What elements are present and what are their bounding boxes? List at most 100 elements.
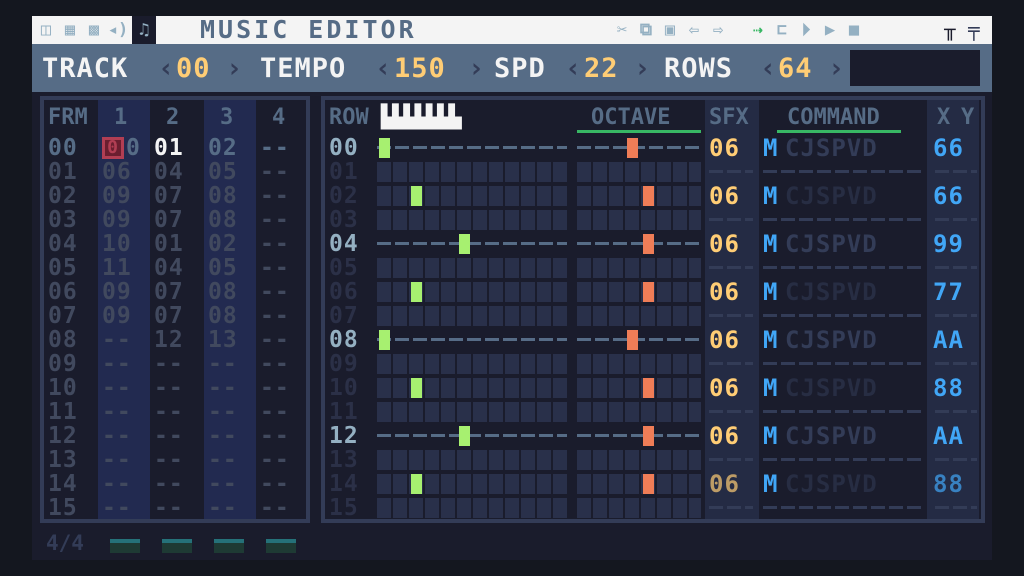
note-marker[interactable] — [459, 234, 470, 254]
follow-icon[interactable]: ⇢ — [748, 20, 768, 40]
frame-pattern-cell[interactable]: -- — [260, 448, 290, 472]
frame-pattern-cell[interactable]: 09 — [102, 304, 132, 328]
frame-pattern-cell[interactable]: -- — [154, 400, 184, 424]
command-empty[interactable] — [763, 506, 923, 509]
frame-pattern-cell[interactable]: 07 — [154, 280, 184, 304]
play-icon[interactable]: ⏵ — [796, 20, 816, 40]
octave-marker[interactable] — [627, 330, 638, 350]
frame-pattern-cell[interactable]: -- — [260, 400, 290, 424]
xy-empty[interactable] — [935, 314, 977, 317]
sfx-empty[interactable] — [709, 410, 753, 413]
xy-empty[interactable] — [935, 506, 977, 509]
rows-inc-icon[interactable]: › — [828, 52, 844, 86]
frame-pattern-cell[interactable]: 06 — [102, 160, 132, 184]
frame-pattern-cell[interactable]: -- — [154, 424, 184, 448]
frame-pattern-cell[interactable]: 07 — [154, 184, 184, 208]
channel-3-header[interactable]: 3 — [220, 104, 233, 132]
command-empty[interactable] — [763, 170, 923, 173]
note-marker[interactable] — [459, 426, 470, 446]
frame-pattern-cell[interactable]: 08 — [208, 304, 238, 328]
octave-marker[interactable] — [643, 426, 654, 446]
sfx-empty[interactable] — [709, 506, 753, 509]
track-value[interactable]: 00 — [176, 52, 211, 86]
redo-icon[interactable]: ⇨ — [708, 20, 728, 40]
xy-value[interactable]: 77 — [933, 280, 964, 304]
frame-pattern-cell[interactable]: 09 — [102, 184, 132, 208]
xy-empty[interactable] — [935, 218, 977, 221]
frame-pattern-cell[interactable]: -- — [208, 496, 238, 520]
sfx-value[interactable]: 06 — [709, 376, 740, 400]
xy-value[interactable]: AA — [933, 328, 964, 352]
frame-pattern-cell[interactable]: 01 — [154, 232, 184, 256]
sfx-empty[interactable] — [709, 362, 753, 365]
frame-pattern-cell[interactable]: 05 — [208, 256, 238, 280]
channel-4-header[interactable]: 4 — [272, 104, 285, 132]
pattern-view-icon[interactable]: ╥ — [938, 16, 962, 44]
tempo-value[interactable]: 150 — [394, 52, 446, 86]
command-empty[interactable] — [763, 314, 923, 317]
xy-empty[interactable] — [935, 266, 977, 269]
frame-pattern-cell[interactable]: -- — [260, 280, 290, 304]
command-value[interactable]: M — [763, 472, 777, 496]
frame-pattern-cell[interactable]: -- — [102, 448, 132, 472]
frame-pattern-cell[interactable]: -- — [208, 472, 238, 496]
xy-value[interactable]: 99 — [933, 232, 964, 256]
frame-pattern-cell[interactable]: 07 — [154, 304, 184, 328]
octave-marker[interactable] — [627, 138, 638, 158]
frame-pattern-cell[interactable]: -- — [102, 352, 132, 376]
frame-pattern-cell[interactable]: 11 — [102, 256, 132, 280]
frame-pattern-cell[interactable]: -- — [102, 400, 132, 424]
sfx-value[interactable]: 06 — [709, 424, 740, 448]
channel-3-toggle[interactable] — [214, 539, 244, 553]
channel-2-header[interactable]: 2 — [166, 104, 179, 132]
rows-value[interactable]: 64 — [778, 52, 813, 86]
frame-pattern-cell[interactable]: -- — [260, 160, 290, 184]
frame-pattern-cell[interactable]: 08 — [208, 208, 238, 232]
frame-pattern-cell[interactable]: 09 — [102, 280, 132, 304]
sfx-value[interactable]: 06 — [709, 184, 740, 208]
frame-pattern-cell[interactable]: -- — [260, 376, 290, 400]
sfx-empty[interactable] — [709, 266, 753, 269]
sfx-icon[interactable]: ◂) — [108, 20, 128, 40]
frame-pattern-cell[interactable]: 04 — [154, 256, 184, 280]
command-value[interactable]: M — [763, 328, 777, 352]
octave-marker[interactable] — [643, 186, 654, 206]
frame-pattern-cell[interactable]: -- — [208, 376, 238, 400]
frame-pattern-cell[interactable]: 10 — [102, 232, 132, 256]
command-empty[interactable] — [763, 218, 923, 221]
frame-pattern-cell[interactable]: -- — [260, 256, 290, 280]
frame-pattern-cell[interactable]: 08 — [208, 280, 238, 304]
spd-value[interactable]: 22 — [584, 52, 619, 86]
code-icon[interactable]: ◫ — [36, 20, 56, 40]
frame-pattern-cell[interactable]: -- — [260, 424, 290, 448]
frame-pattern-cell[interactable]: -- — [154, 352, 184, 376]
command-value[interactable]: M — [763, 376, 777, 400]
frame-pattern-cell[interactable]: -- — [208, 448, 238, 472]
map-icon[interactable]: ▩ — [84, 20, 104, 40]
sfx-empty[interactable] — [709, 170, 753, 173]
sfx-value[interactable]: 06 — [709, 280, 740, 304]
frame-pattern-cell[interactable]: 02 — [208, 232, 238, 256]
frame-pattern-cell[interactable]: -- — [260, 328, 290, 352]
frame-pattern-cell[interactable]: -- — [260, 184, 290, 208]
frame-pattern-cell[interactable]: -- — [102, 496, 132, 520]
note-marker[interactable] — [379, 330, 390, 350]
tempo-inc-icon[interactable]: › — [468, 52, 484, 86]
track-inc-icon[interactable]: › — [226, 52, 242, 86]
command-empty[interactable] — [763, 266, 923, 269]
music-icon[interactable]: ♫ — [132, 16, 156, 44]
sfx-value[interactable]: 06 — [709, 328, 740, 352]
channel-4-toggle[interactable] — [266, 539, 296, 553]
sprite-icon[interactable]: ▦ — [60, 20, 80, 40]
sfx-value[interactable]: 06 — [709, 136, 740, 160]
frame-pattern-cell[interactable]: 08 — [208, 184, 238, 208]
xy-value[interactable]: 88 — [933, 376, 964, 400]
note-marker[interactable] — [411, 282, 422, 302]
loop-icon[interactable]: ⊏ — [772, 20, 792, 40]
command-empty[interactable] — [763, 458, 923, 461]
frame-pattern-cell[interactable]: -- — [102, 472, 132, 496]
frame-pattern-cell[interactable]: -- — [208, 424, 238, 448]
frame-pattern-cell[interactable]: -- — [260, 208, 290, 232]
command-empty[interactable] — [763, 410, 923, 413]
frame-pattern-cell[interactable]: -- — [102, 424, 132, 448]
